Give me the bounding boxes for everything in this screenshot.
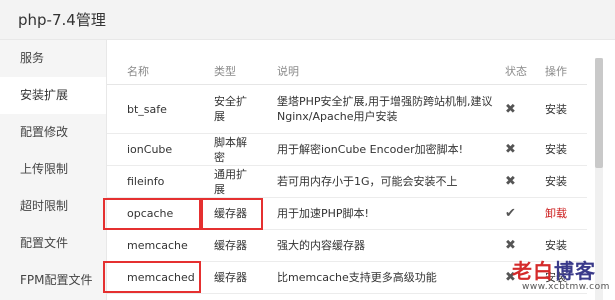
install-button[interactable]: 安装 bbox=[545, 103, 567, 116]
ext-description: 强大的内容缓存器 bbox=[257, 229, 497, 262]
ext-type: 脚本解密 bbox=[194, 133, 257, 166]
header-name: 名称 bbox=[107, 58, 194, 85]
ext-name: ionCube bbox=[107, 133, 194, 166]
ext-description: 用于解密ionCube Encoder加密脚本! bbox=[257, 133, 497, 166]
table-row: bt_safe 安全扩展 堡塔PHP安全扩展,用于增强防跨站机制,建议 Ngin… bbox=[107, 84, 587, 134]
sidebar: 服务 安装扩展 配置修改 上传限制 超时限制 配置文件 FPM配置文件 bbox=[0, 40, 107, 300]
ext-description-line2: Nginx/Apache用户安装 bbox=[277, 110, 398, 123]
ext-type: 通用扩展 bbox=[194, 165, 257, 198]
ext-type: 缓存器 bbox=[194, 261, 257, 294]
watermark-logo: 老白博客 bbox=[512, 259, 596, 283]
install-button[interactable]: 安装 bbox=[545, 239, 567, 252]
ext-description: 比memcache支持更多高级功能 bbox=[257, 261, 497, 294]
table-row: ionCube 脚本解密 用于解密ionCube Encoder加密脚本! ✖ … bbox=[107, 133, 587, 166]
sidebar-item-upload-limit[interactable]: 上传限制 bbox=[0, 151, 106, 188]
ext-description: 用于加速PHP脚本! bbox=[257, 197, 497, 230]
check-icon: ✔ bbox=[505, 206, 516, 221]
php-manager-dialog: php-7.4管理 服务 安装扩展 配置修改 上传限制 超时限制 配置文件 FP… bbox=[0, 0, 615, 300]
ext-description-line1: 堡塔PHP安全扩展,用于增强防跨站机制,建议 bbox=[277, 95, 493, 108]
uninstall-button[interactable]: 卸载 bbox=[545, 207, 567, 220]
ext-description: 堡塔PHP安全扩展,用于增强防跨站机制,建议 Nginx/Apache用户安装 bbox=[257, 84, 497, 134]
table-header-row: 名称 类型 说明 状态 操作 bbox=[107, 58, 587, 85]
install-button[interactable]: 安装 bbox=[545, 143, 567, 156]
ext-name: opcache bbox=[107, 197, 194, 230]
title-bar[interactable]: php-7.4管理 bbox=[0, 0, 615, 40]
watermark-url: www.xcbtmw.com bbox=[522, 282, 610, 292]
sidebar-item-fpm-config-file[interactable]: FPM配置文件 bbox=[0, 262, 106, 299]
header-operation: 操作 bbox=[539, 58, 587, 85]
watermark: 老白博客 www.xcbtmw.com bbox=[512, 255, 612, 298]
header-type: 类型 bbox=[194, 58, 257, 85]
sidebar-item-config-edit[interactable]: 配置修改 bbox=[0, 114, 106, 151]
dialog-title: php-7.4管理 bbox=[18, 11, 106, 29]
ext-name: memcached bbox=[107, 261, 195, 294]
ext-type: 缓存器 bbox=[194, 197, 257, 230]
sidebar-item-install-extensions[interactable]: 安装扩展 bbox=[0, 77, 106, 114]
install-button[interactable]: 安装 bbox=[545, 175, 567, 188]
ext-type: 缓存器 bbox=[194, 229, 257, 262]
header-description: 说明 bbox=[257, 58, 497, 85]
cross-icon: ✖ bbox=[505, 101, 516, 117]
table-row: fileinfo 通用扩展 若可用内存小于1G，可能会安装不上 ✖ 安装 bbox=[107, 165, 587, 198]
ext-description: 若可用内存小于1G，可能会安装不上 bbox=[257, 165, 497, 198]
scrollbar-thumb[interactable] bbox=[595, 58, 603, 168]
ext-name: bt_safe bbox=[107, 84, 194, 134]
cross-icon: ✖ bbox=[505, 174, 516, 189]
cross-icon: ✖ bbox=[505, 142, 516, 157]
ext-name: memcache bbox=[107, 229, 194, 262]
ext-type: 安全扩展 bbox=[194, 84, 257, 134]
sidebar-item-config-file[interactable]: 配置文件 bbox=[0, 225, 106, 262]
sidebar-item-timeout-limit[interactable]: 超时限制 bbox=[0, 188, 106, 225]
ext-name: fileinfo bbox=[107, 165, 194, 198]
cross-icon: ✖ bbox=[505, 238, 516, 253]
header-status: 状态 bbox=[497, 58, 539, 85]
sidebar-item-service[interactable]: 服务 bbox=[0, 40, 106, 77]
table-row: opcache 缓存器 用于加速PHP脚本! ✔ 卸载 bbox=[107, 197, 587, 230]
